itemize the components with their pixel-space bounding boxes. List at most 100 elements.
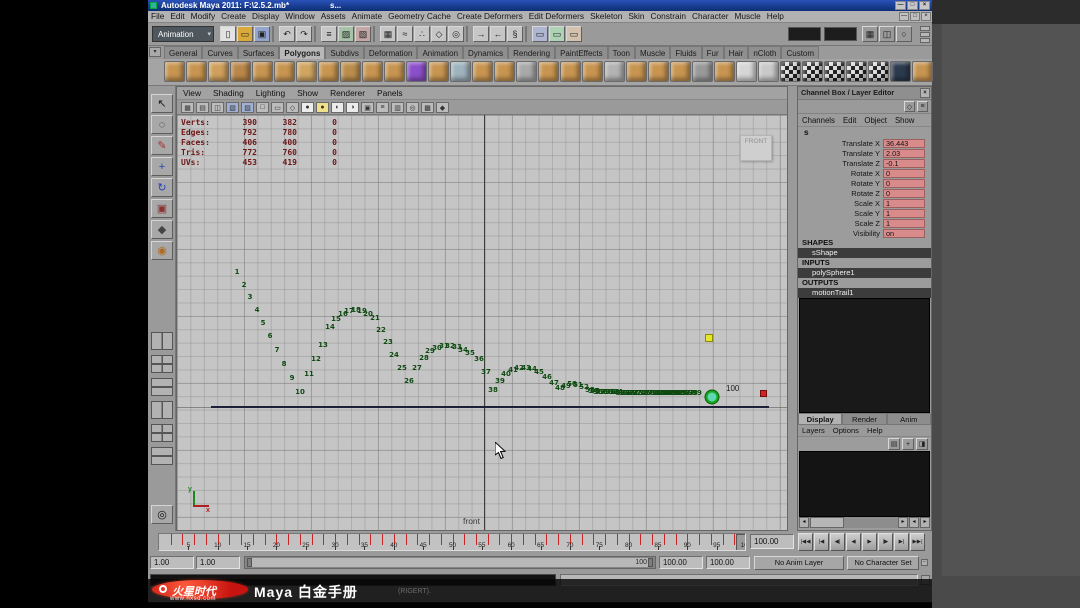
three-pane-layout[interactable] xyxy=(151,424,173,442)
shelf-item-icon[interactable] xyxy=(472,61,493,82)
close-icon[interactable]: × xyxy=(920,88,930,98)
channel-attr-value-field[interactable]: on xyxy=(883,228,925,238)
pane-scroll-right-icon[interactable]: ▸ xyxy=(920,517,930,528)
new-empty-layer-icon[interactable]: ▤ xyxy=(888,438,900,450)
menu-muscle[interactable]: Muscle xyxy=(731,11,763,22)
panel-toolbar-icon[interactable]: ◆ xyxy=(436,102,449,113)
channel-box-menu-object[interactable]: Object xyxy=(860,114,891,126)
panel-toolbar-icon[interactable]: ▨ xyxy=(241,102,254,113)
layer-tab-display[interactable]: Display xyxy=(798,413,843,424)
shelf-item-icon[interactable] xyxy=(208,61,229,82)
shelf-item-icon[interactable] xyxy=(560,61,581,82)
output-connections-icon[interactable]: ← xyxy=(490,26,506,42)
channel-box-menu-edit[interactable]: Edit xyxy=(839,114,860,126)
quick-select-field[interactable] xyxy=(824,27,857,41)
shelf-item-icon[interactable] xyxy=(186,61,207,82)
shelf-tab-polygons[interactable]: Polygons xyxy=(279,46,326,59)
title-bar[interactable]: Autodesk Maya 2011: F:\2.5.2.mb* s... — □… xyxy=(148,0,932,11)
shelf-item-icon[interactable] xyxy=(362,61,383,82)
shelf-tab-animation[interactable]: Animation xyxy=(417,46,464,59)
menu-animate[interactable]: Animate xyxy=(349,11,385,22)
panel-toolbar-icon[interactable]: ▩ xyxy=(421,102,434,113)
select-tool[interactable]: ↖ xyxy=(151,94,173,113)
go-to-end-button[interactable]: ▶▶| xyxy=(910,533,925,551)
shelf-item-icon[interactable] xyxy=(714,61,735,82)
playback-end-field[interactable]: 100.00 xyxy=(659,556,703,569)
channel-attr-value-field[interactable]: -0.1 xyxy=(883,158,925,168)
shelf-item-icon[interactable] xyxy=(274,61,295,82)
layer-menu-help[interactable]: Help xyxy=(863,425,887,436)
shelf-item-icon[interactable] xyxy=(670,61,691,82)
shelf-item-icon[interactable] xyxy=(340,61,361,82)
scroll-right-icon[interactable]: ▸ xyxy=(898,517,908,528)
channel-manipulator-icon[interactable]: ◇ xyxy=(904,101,915,112)
menu-edit[interactable]: Edit xyxy=(167,11,187,22)
shelf-item-icon[interactable] xyxy=(384,61,405,82)
toggle-attribute-editor-icon[interactable] xyxy=(920,26,930,31)
shelf-tab-custom[interactable]: Custom xyxy=(781,46,820,59)
four-pane-layout[interactable] xyxy=(151,355,173,373)
shelf-tab-rendering[interactable]: Rendering xyxy=(508,46,556,59)
shelf-item-icon[interactable] xyxy=(406,61,427,82)
range-start-handle[interactable] xyxy=(247,558,252,567)
anim-layer-button[interactable]: No Anim Layer xyxy=(754,556,844,570)
minimize-button[interactable]: — xyxy=(895,1,906,10)
quick-rename-field[interactable] xyxy=(788,27,821,41)
menu-file[interactable]: File xyxy=(148,11,167,22)
go-to-start-button[interactable]: |◀◀ xyxy=(798,533,813,551)
toggle-channel-box-icon[interactable] xyxy=(920,38,930,43)
range-end-handle[interactable] xyxy=(648,558,653,567)
panel-toolbar-icon[interactable]: ▥ xyxy=(391,102,404,113)
shelf-item-icon[interactable] xyxy=(868,61,889,82)
play-forwards-button[interactable]: ▶ xyxy=(862,533,877,551)
snap-point-icon[interactable]: ∴ xyxy=(414,26,430,42)
channel-node-polySphere1[interactable]: polySphere1 xyxy=(798,268,931,278)
channel-node-motionTrail1[interactable]: motionTrail1 xyxy=(798,288,931,298)
panel-toolbar-icon[interactable]: ◫ xyxy=(211,102,224,113)
shelf-item-icon[interactable] xyxy=(758,61,779,82)
menu-create-deformers[interactable]: Create Deformers xyxy=(454,11,526,22)
shelf-item-icon[interactable] xyxy=(780,61,801,82)
auto-keyframe-icon[interactable]: − xyxy=(921,559,928,566)
channel-attr-value-field[interactable]: 1 xyxy=(883,208,925,218)
input-connections-icon[interactable]: → xyxy=(473,26,489,42)
render-settings-icon[interactable]: ▭ xyxy=(566,26,582,42)
open-scene-icon[interactable]: ▭ xyxy=(237,26,253,42)
shelf-item-icon[interactable] xyxy=(516,61,537,82)
pan-zoom-tool[interactable]: ◎ xyxy=(151,505,173,524)
select-mode-object-icon[interactable]: ▨ xyxy=(338,26,354,42)
rotate-tool[interactable]: ↻ xyxy=(151,178,173,197)
panel-toolbar-icon[interactable]: ● xyxy=(316,102,329,113)
step-forward-key-button[interactable]: |▶ xyxy=(878,533,893,551)
redo-icon[interactable]: ↷ xyxy=(296,26,312,42)
menu-skin[interactable]: Skin xyxy=(625,11,647,22)
scrollbar-thumb[interactable] xyxy=(810,517,844,528)
menu-constrain[interactable]: Constrain xyxy=(648,11,690,22)
layer-list[interactable] xyxy=(799,451,930,517)
toggle-tool-settings-icon[interactable] xyxy=(920,32,930,37)
panel-toolbar-icon[interactable]: ▧ xyxy=(226,102,239,113)
shelf-item-icon[interactable] xyxy=(824,61,845,82)
shelf-item-icon[interactable] xyxy=(450,61,471,82)
menu-help[interactable]: Help xyxy=(764,11,787,22)
shelf-item-icon[interactable] xyxy=(494,61,515,82)
shelf-item-icon[interactable] xyxy=(626,61,647,82)
grid-display-icon[interactable]: ▦ xyxy=(862,26,878,42)
channel-attr-value-field[interactable]: 1 xyxy=(883,218,925,228)
mdi-minimize-button[interactable]: — xyxy=(899,12,909,21)
snap-grid-icon[interactable]: ▦ xyxy=(380,26,396,42)
ipr-render-icon[interactable]: ▭ xyxy=(549,26,565,42)
panel-toolbar-icon[interactable]: ◑ xyxy=(346,102,359,113)
mdi-close-button[interactable]: × xyxy=(921,12,931,21)
universal-manipulator-tool[interactable]: ◆ xyxy=(151,220,173,239)
panel-toolbar-icon[interactable]: ≡ xyxy=(376,102,389,113)
viewport-menu-panels[interactable]: Panels xyxy=(371,87,409,99)
move-tool[interactable]: + xyxy=(151,157,173,176)
panel-toolbar-icon[interactable]: ▣ xyxy=(361,102,374,113)
channel-attr-value-field[interactable]: 0 xyxy=(883,178,925,188)
shelf-menu-icon[interactable]: ▾ xyxy=(149,47,161,57)
layer-options-icon[interactable]: ◨ xyxy=(916,438,928,450)
shelf-tab-curves[interactable]: Curves xyxy=(202,46,238,59)
menu-create[interactable]: Create xyxy=(218,11,249,22)
close-button[interactable]: × xyxy=(919,1,930,10)
